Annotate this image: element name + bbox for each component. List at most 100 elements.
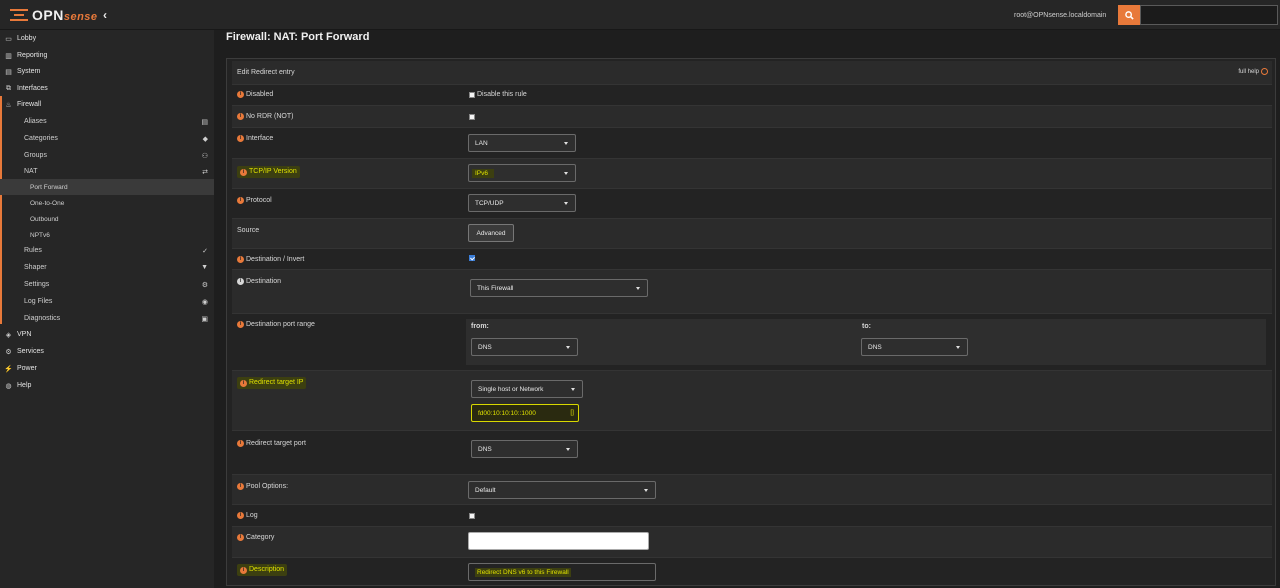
pool-options-select[interactable]: Default (468, 481, 656, 499)
destination-select[interactable]: This Firewall (470, 279, 648, 297)
sidebar-item-shaper[interactable]: Shaper ▼ (0, 259, 214, 276)
destination-invert-checkbox[interactable] (469, 255, 475, 261)
panel-title: Edit Redirect entry (237, 69, 295, 76)
interface-label: Interface (246, 135, 274, 142)
info-icon[interactable]: i (237, 113, 244, 120)
info-icon[interactable]: i (237, 534, 244, 541)
tcpip-version-label: TCP/IP Version (249, 168, 297, 175)
row-log: i Log (232, 505, 1272, 527)
panel-header: Edit Redirect entry full help (232, 61, 1272, 85)
sidebar-item-system[interactable]: ▤ System (0, 63, 214, 80)
interface-select[interactable]: LAN (468, 134, 576, 152)
row-destination-port-range: i Destination port range from: to: DNS DN… (232, 314, 1272, 371)
help-icon: ◍ (5, 382, 12, 390)
no-rdr-label: No RDR (NOT) (246, 113, 294, 120)
power-icon: ⚡ (4, 365, 13, 373)
info-icon[interactable]: i (237, 483, 244, 490)
caret-down-icon (956, 346, 960, 349)
gears-icon: ⚙ (201, 281, 208, 289)
eye-icon: ◉ (201, 298, 208, 306)
row-interface: i Interface LAN (232, 128, 1272, 159)
sidebar-item-settings[interactable]: Settings ⚙ (0, 276, 214, 293)
caret-down-icon (636, 287, 640, 290)
redirect-ip-type-select[interactable]: Single host or Network (471, 380, 583, 398)
info-icon[interactable]: i (237, 256, 244, 263)
port-to-select[interactable]: DNS (861, 338, 968, 356)
sidebar-item-categories[interactable]: Categories ◆ (0, 130, 214, 147)
page-title: Firewall: NAT: Port Forward (226, 31, 370, 43)
sidebar-item-one-to-one[interactable]: One-to-One (0, 195, 214, 211)
system-icon: ▤ (5, 68, 12, 76)
full-help-toggle[interactable]: full help (1238, 68, 1268, 75)
redirect-ip-input[interactable]: fd00:10:10:10::1000[] (471, 404, 579, 422)
logo-text: OPNsense (32, 7, 98, 23)
redirect-port-select[interactable]: DNS (471, 440, 578, 458)
sidebar: ▭ Lobby ▥ Reporting ▤ System ⧉ Interfaces ♨ F… (0, 30, 214, 588)
medkit-icon: ▣ (201, 315, 208, 323)
sidebar-item-services[interactable]: ⚙ Services (0, 343, 214, 360)
toggle-icon (1261, 68, 1268, 75)
info-icon[interactable]: i (237, 91, 244, 98)
log-checkbox[interactable] (469, 513, 475, 519)
info-icon[interactable]: i (237, 321, 244, 328)
redirect-target-port-label: Redirect target port (246, 440, 306, 447)
sidebar-item-aliases[interactable]: Aliases ▤ (0, 113, 214, 130)
interfaces-icon: ⧉ (6, 84, 11, 92)
sidebar-item-power[interactable]: ⚡ Power (0, 360, 214, 377)
disabled-checkbox[interactable] (469, 92, 475, 98)
search-input[interactable] (1140, 5, 1278, 25)
info-icon[interactable]: i (237, 135, 244, 142)
info-icon[interactable]: i (237, 197, 244, 204)
port-from-select[interactable]: DNS (471, 338, 578, 356)
check-icon: ✓ (202, 247, 208, 255)
row-redirect-target-port: i Redirect target port DNS (232, 431, 1272, 475)
info-icon[interactable]: i (240, 380, 247, 387)
row-category: i Category (232, 527, 1272, 558)
destination-label: Destination (246, 278, 282, 285)
info-icon[interactable]: i (237, 512, 244, 519)
search-button[interactable] (1118, 5, 1140, 25)
category-label: Category (246, 534, 275, 541)
sidebar-item-reporting[interactable]: ▥ Reporting (0, 47, 214, 64)
tcpip-version-select[interactable]: IPv6 (468, 164, 576, 182)
sidebar-item-help[interactable]: ◍ Help (0, 377, 214, 394)
disabled-checkbox-label[interactable]: Disable this rule (477, 91, 527, 98)
caret-down-icon (566, 448, 570, 451)
caret-down-icon (644, 489, 648, 492)
sidebar-item-vpn[interactable]: ◈ VPN (0, 326, 214, 343)
sidebar-item-outbound[interactable]: Outbound (0, 211, 214, 227)
info-icon[interactable]: i (237, 278, 244, 285)
sidebar-item-firewall[interactable]: ♨ Firewall (0, 96, 214, 113)
description-input[interactable]: Redirect DNS v6 to this Firewall (468, 563, 656, 581)
pool-options-label: Pool Options: (246, 483, 289, 490)
sidebar-item-lobby[interactable]: ▭ Lobby (0, 30, 214, 47)
info-icon[interactable]: i (237, 440, 244, 447)
aliases-icon: ▤ (201, 118, 208, 126)
source-label: Source (237, 227, 260, 234)
search-icon (1124, 10, 1134, 20)
sidebar-item-rules[interactable]: Rules ✓ (0, 242, 214, 259)
sidebar-item-port-forward[interactable]: Port Forward (0, 179, 214, 195)
sidebar-item-log-files[interactable]: Log Files ◉ (0, 293, 214, 310)
from-label: from: (471, 323, 489, 330)
sidebar-item-diagnostics[interactable]: Diagnostics ▣ (0, 310, 214, 327)
category-input[interactable] (468, 532, 649, 550)
sidebar-item-interfaces[interactable]: ⧉ Interfaces (0, 80, 214, 97)
edit-redirect-panel: Edit Redirect entry full help i Disabled … (226, 58, 1276, 586)
info-icon[interactable]: i (240, 169, 247, 176)
collapse-sidebar-icon[interactable]: ‹ (103, 8, 107, 22)
protocol-select[interactable]: TCP/UDP (468, 194, 576, 212)
sidebar-item-groups[interactable]: Groups ⚇ (0, 147, 214, 164)
sidebar-item-nat[interactable]: NAT ⇄ (0, 163, 214, 180)
user-name[interactable]: root@OPNsense.localdomain (1014, 12, 1106, 19)
lobby-icon: ▭ (5, 35, 12, 43)
opnsense-logo[interactable]: OPNsense (8, 6, 98, 24)
reporting-icon: ▥ (5, 52, 12, 60)
sidebar-item-nptv6[interactable]: NPTv6 (0, 227, 214, 243)
no-rdr-checkbox[interactable] (469, 114, 475, 120)
source-advanced-button[interactable]: Advanced (468, 224, 514, 242)
services-icon: ⚙ (5, 348, 12, 356)
info-icon[interactable]: i (240, 567, 247, 574)
row-description: i Description Redirect DNS v6 to this Fir… (232, 558, 1272, 585)
disabled-label: Disabled (246, 91, 274, 98)
